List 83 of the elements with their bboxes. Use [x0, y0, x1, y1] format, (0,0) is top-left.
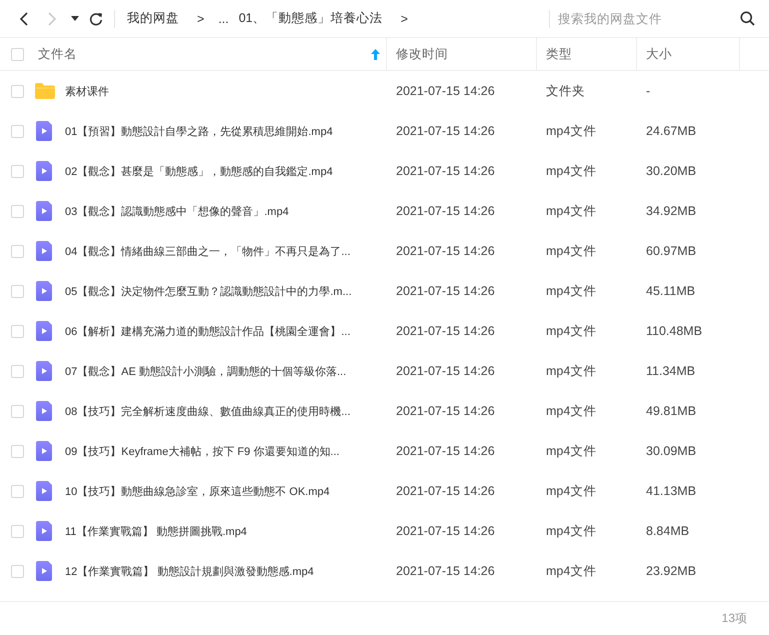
file-type: mp4文件 — [546, 402, 596, 420]
breadcrumb-link[interactable]: ... — [218, 12, 239, 26]
search-field[interactable]: 搜索我的网盘文件 — [550, 10, 740, 26]
file-type: mp4文件 — [546, 322, 596, 340]
checkbox[interactable] — [11, 524, 24, 538]
modified-time: 2021-07-15 14:26 — [396, 124, 495, 138]
file-size: - — [646, 84, 650, 98]
file-type: mp4文件 — [546, 442, 596, 460]
modified-time: 2021-07-15 14:26 — [396, 164, 495, 178]
file-type: mp4文件 — [546, 482, 596, 500]
file-size: 24.67MB — [646, 124, 696, 138]
file-size: 60.97MB — [646, 244, 696, 258]
file-size: 110.48MB — [646, 324, 702, 338]
file-name[interactable]: 05【觀念】決定物件怎麼互動？認識動態設計中的力學.m... — [65, 284, 352, 298]
modified-time: 2021-07-15 14:26 — [396, 84, 495, 98]
sort-arrow-icon[interactable] — [371, 48, 380, 60]
file-name[interactable]: 11【作業實戰篇】 動態拼圖挑戰.mp4 — [65, 524, 247, 538]
file-size: 49.81MB — [646, 404, 696, 418]
checkbox[interactable] — [11, 164, 24, 178]
breadcrumb-separator: > — [400, 12, 409, 26]
file-type: mp4文件 — [546, 242, 596, 260]
file-type: mp4文件 — [546, 202, 596, 220]
checkbox[interactable] — [11, 564, 24, 578]
file-type: mp4文件 — [546, 362, 596, 380]
column-header[interactable]: 大小 — [646, 46, 672, 62]
breadcrumb-link[interactable]: 我的网盘 — [127, 10, 189, 27]
caret-icon — [71, 16, 79, 21]
column-header[interactable]: 修改时间 — [396, 46, 448, 62]
checkbox[interactable] — [11, 84, 24, 98]
column-header[interactable]: 文件名 — [38, 46, 77, 62]
file-name[interactable]: 04【觀念】情緒曲線三部曲之一，「物件」不再只是為了... — [65, 244, 350, 258]
modified-time: 2021-07-15 14:26 — [396, 564, 495, 578]
modified-time: 2021-07-15 14:26 — [396, 524, 495, 538]
search-icon — [740, 11, 755, 26]
checkbox[interactable] — [11, 324, 24, 338]
file-name[interactable]: 03【觀念】認識動態感中「想像的聲音」.mp4 — [65, 204, 289, 218]
file-name[interactable]: 06【解析】建構充滿力道的動態設計作品【桃園全運會】... — [65, 324, 350, 338]
column-header[interactable]: 类型 — [546, 46, 572, 62]
checkbox[interactable] — [11, 364, 24, 378]
file-name[interactable]: 12【作業實戰篇】 動態設計規劃與激發動態感.mp4 — [65, 564, 314, 578]
file-type: mp4文件 — [546, 162, 596, 180]
file-type: mp4文件 — [546, 282, 596, 300]
file-size: 11.34MB — [646, 364, 696, 378]
file-type: mp4文件 — [546, 522, 596, 540]
file-size: 23.92MB — [646, 564, 696, 578]
modified-time: 2021-07-15 14:26 — [396, 284, 495, 298]
modified-time: 2021-07-15 14:26 — [396, 404, 495, 418]
select-all-checkbox[interactable] — [11, 48, 24, 60]
modified-time: 2021-07-15 14:26 — [396, 364, 495, 378]
forward-icon — [47, 12, 57, 26]
file-size: 45.11MB — [646, 284, 696, 298]
refresh-icon — [89, 12, 103, 26]
file-size: 34.92MB — [646, 204, 696, 218]
modified-time: 2021-07-15 14:26 — [396, 204, 495, 218]
modified-time: 2021-07-15 14:26 — [396, 484, 495, 498]
file-size: 8.84MB — [646, 524, 690, 538]
file-name[interactable]: 01【預習】動態設計自學之路，先從累積思維開始.mp4 — [65, 124, 333, 138]
file-name[interactable]: 08【技巧】完全解析速度曲線、數值曲線真正的使用時機... — [65, 404, 350, 418]
modified-time: 2021-07-15 14:26 — [396, 324, 495, 338]
modified-time: 2021-07-15 14:26 — [396, 244, 495, 258]
modified-time: 2021-07-15 14:26 — [396, 444, 495, 458]
file-name[interactable]: 10【技巧】動態曲線急診室，原來這些動態不 OK.mp4 — [65, 484, 330, 498]
file-type: mp4文件 — [546, 562, 596, 580]
file-type: 文件夹 — [546, 82, 585, 100]
checkbox[interactable] — [11, 124, 24, 138]
checkbox[interactable] — [11, 244, 24, 258]
file-size: 30.09MB — [646, 444, 696, 458]
checkbox[interactable] — [11, 444, 24, 458]
file-type: mp4文件 — [546, 122, 596, 140]
back-icon — [19, 12, 29, 26]
file-size: 30.20MB — [646, 164, 696, 178]
file-name[interactable]: 素材课件 — [65, 84, 109, 98]
checkbox[interactable] — [11, 204, 24, 218]
breadcrumb-separator: > — [196, 12, 206, 26]
checkbox[interactable] — [11, 404, 24, 418]
file-size: 41.13MB — [646, 484, 696, 498]
file-name[interactable]: 02【觀念】甚麼是「動態感」，動態感的自我鑑定.mp4 — [65, 164, 333, 178]
file-name[interactable]: 09【技巧】Keyframe大補帖，按下 F9 你還要知道的知... — [65, 444, 340, 458]
checkbox[interactable] — [11, 484, 24, 498]
file-name[interactable]: 07【觀念】AE 動態設計小測驗，調動態的十個等級你落... — [65, 364, 346, 378]
breadcrumb-link[interactable]: 01、「動態感」培養心法 — [238, 10, 393, 27]
checkbox[interactable] — [11, 284, 24, 298]
item-count: 13项 — [722, 610, 747, 626]
